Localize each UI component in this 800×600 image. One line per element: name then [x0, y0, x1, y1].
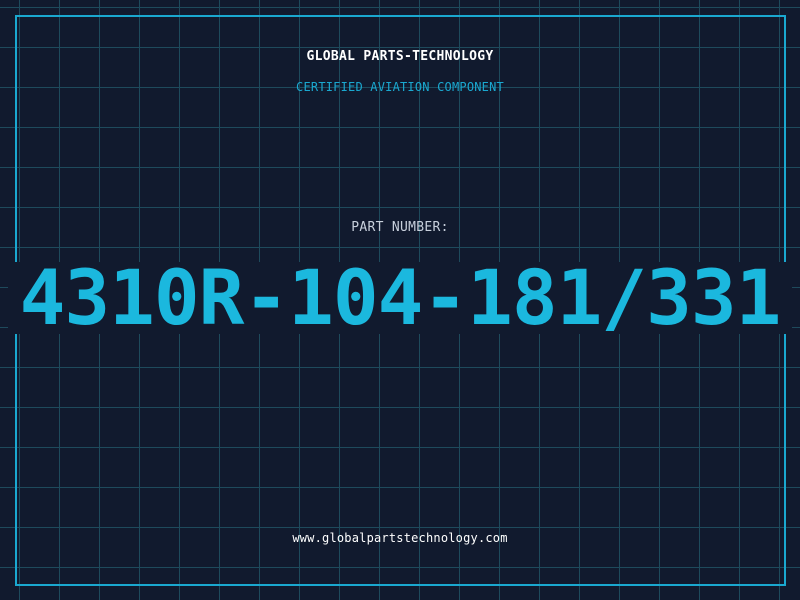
company-name: GLOBAL PARTS-TECHNOLOGY: [306, 49, 494, 64]
certification-subtitle: CERTIFIED AVIATION COMPONENT: [296, 80, 504, 94]
website-url: www.globalpartstechnology.com: [292, 531, 508, 545]
part-number-value: 4310R-104-181/331: [19, 253, 782, 342]
part-number-label: PART NUMBER:: [351, 220, 449, 235]
